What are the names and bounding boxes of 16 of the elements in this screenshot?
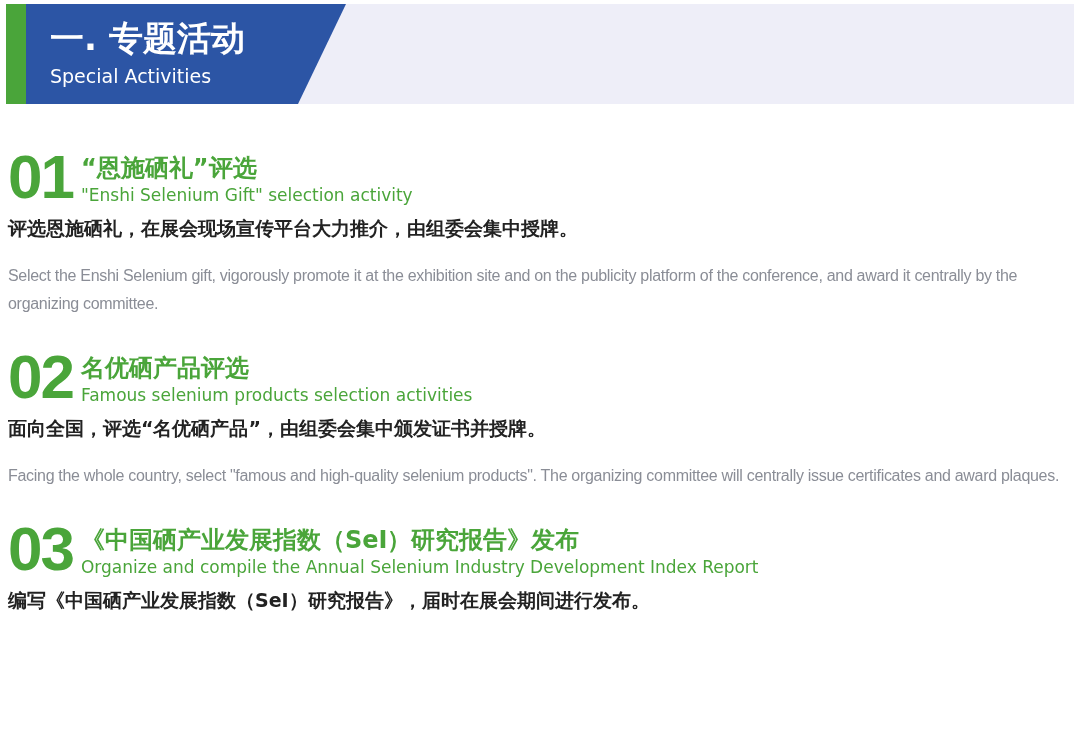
activity-title: 名优硒产品评选 [80,353,249,384]
description-chinese: 面向全国，评选“名优硒产品”，由组委会集中颁发证书并授牌。 [8,416,546,441]
activity-subtitle: "Enshi Selenium Gift" selection activity [80,184,413,206]
activity-subtitle: Organize and compile the Annual Selenium Industry Development Index Report [80,556,759,578]
activity-number: 01 [8,148,73,206]
section-subtitle: Special Activities [50,64,212,89]
description-english: Select the Enshi Selenium gift, vigorously promote it at the exhibition site and on the publicity platform of the conference, and award it centrally by the organizing committee. [8,266,1019,314]
description-chinese: 评选恩施硒礼，在展会现场宣传平台大力推介，由组委会集中授牌。 [8,216,578,241]
activity-subtitle: Famous selenium products selection activities [80,384,473,406]
description-english: Facing the whole country, select "famous and high-quality selenium products". The organizing committee will centrally issue certificates and award plaques. [8,466,1061,486]
section-title: 一. 专题活动 [50,17,246,60]
activity-title: 《中国硒产业发展指数（SeI）研究报告》发布 [80,525,580,556]
description-chinese: 编写《中国硒产业发展指数（SeI）研究报告》，届时在展会期间进行发布。 [8,588,650,613]
activity-number: 03 [8,520,73,578]
activity-number: 02 [8,348,73,406]
activity-title: “恩施硒礼”评选 [80,153,257,184]
